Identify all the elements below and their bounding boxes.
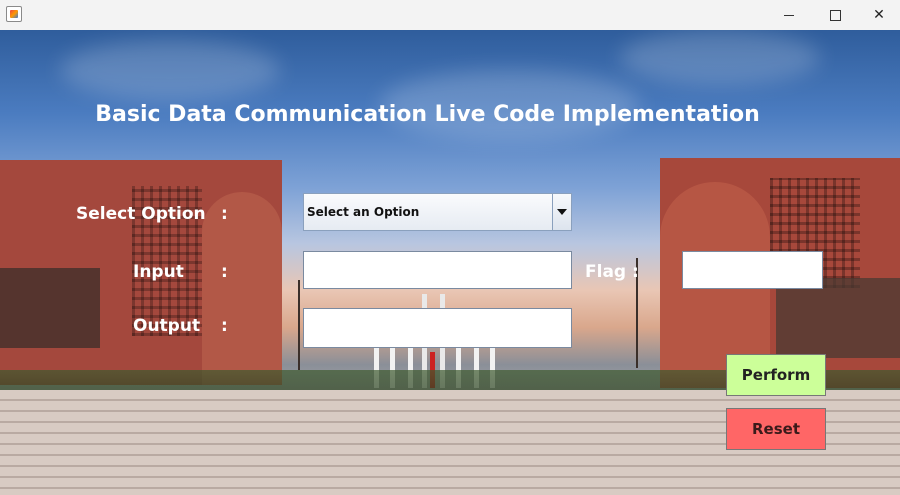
output-label: Output (133, 316, 201, 336)
minimize-icon (784, 14, 794, 16)
app-window: ✕ Basic Data Communication Live Code Imp… (0, 0, 900, 495)
option-select-value: Select an Option (307, 205, 420, 219)
flag-colon: : (632, 262, 639, 282)
close-icon: ✕ (873, 7, 885, 23)
reset-button[interactable]: Reset (726, 408, 826, 450)
minimize-button[interactable] (766, 0, 812, 30)
building-tower (202, 192, 282, 385)
cloud-decoration (60, 40, 280, 100)
input-colon: : (221, 262, 228, 282)
close-button[interactable]: ✕ (856, 0, 900, 30)
cloud-decoration (620, 30, 820, 85)
output-field[interactable] (303, 308, 572, 348)
chevron-down-icon (557, 209, 567, 215)
maximize-button[interactable] (812, 0, 858, 30)
select-option-label: Select Option (76, 204, 206, 224)
java-app-icon (6, 6, 22, 22)
input-field[interactable] (303, 251, 572, 289)
main-panel: Basic Data Communication Live Code Imple… (0, 30, 900, 495)
dropdown-arrow-button[interactable] (552, 194, 571, 230)
input-label: Input (133, 262, 184, 282)
flag-label: Flag (585, 262, 627, 282)
tree-decoration (298, 280, 300, 370)
building-window (0, 268, 100, 348)
flag-field[interactable] (682, 251, 823, 289)
select-option-colon: : (221, 204, 228, 224)
maximize-icon (829, 9, 841, 21)
perform-button[interactable]: Perform (726, 354, 826, 396)
option-select-dropdown[interactable]: Select an Option (303, 193, 572, 231)
page-title: Basic Data Communication Live Code Imple… (95, 102, 760, 127)
output-colon: : (221, 316, 228, 336)
title-bar: ✕ (0, 0, 900, 30)
building-window (776, 278, 900, 358)
